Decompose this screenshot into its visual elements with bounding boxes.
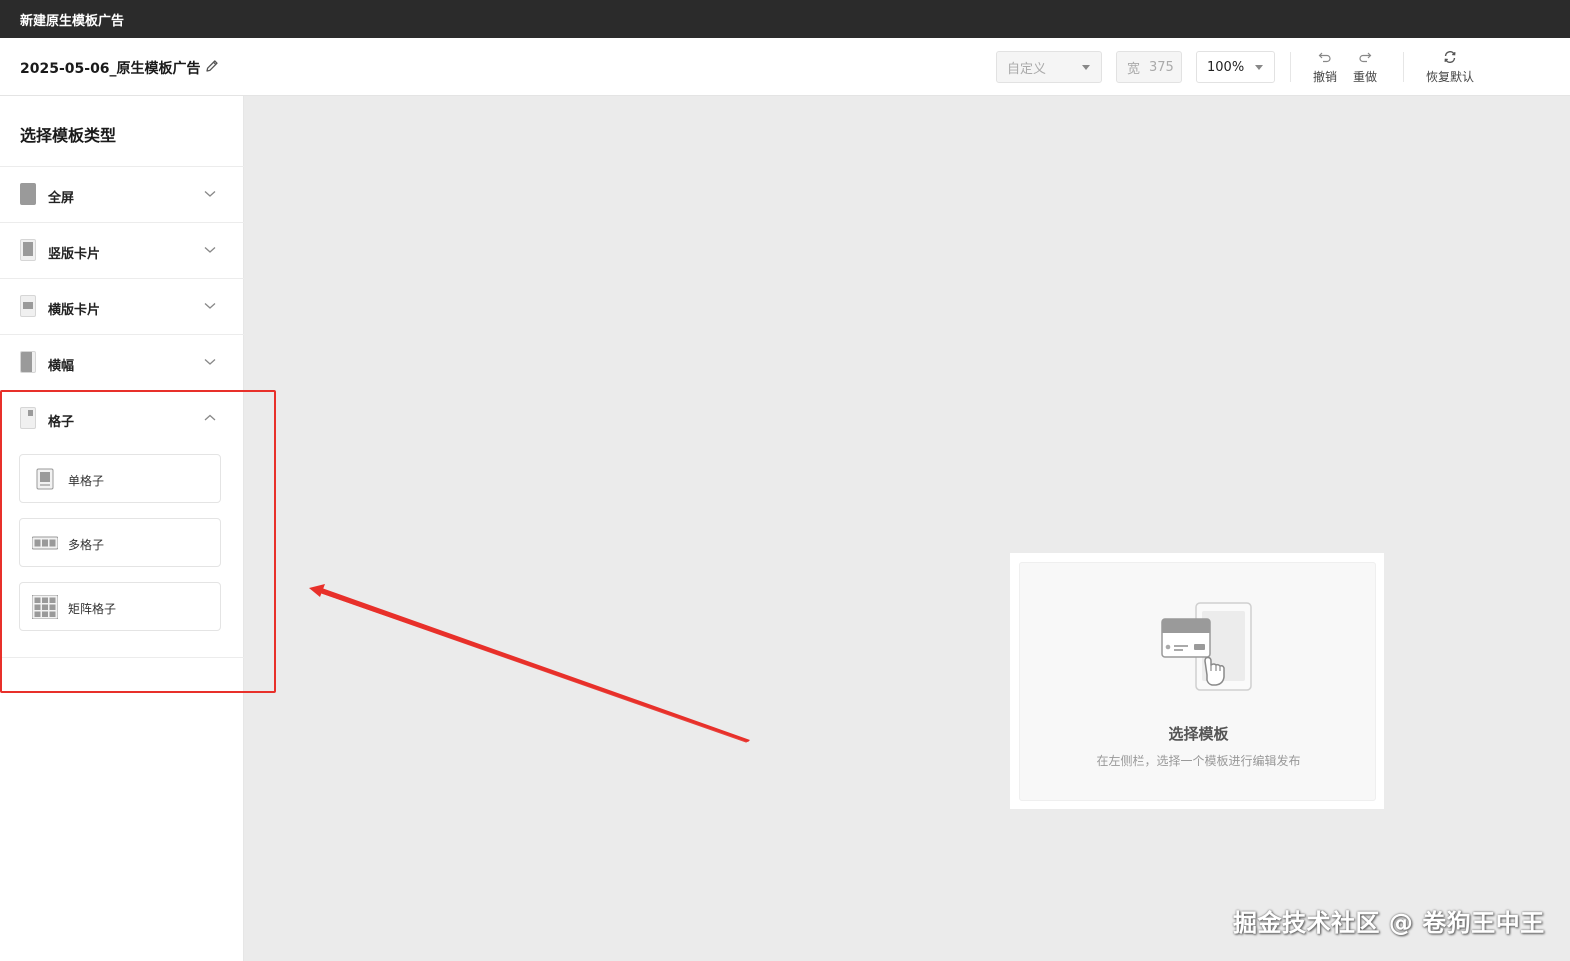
toolbar-divider	[1290, 52, 1291, 82]
width-value: 375	[1149, 59, 1174, 75]
device-preset-select[interactable]: 自定义	[996, 51, 1102, 83]
chevron-down-icon	[204, 303, 216, 309]
category-label: 全屏	[48, 191, 75, 206]
sidebar-divider	[0, 657, 244, 658]
undo-label: 撤销	[1313, 70, 1338, 84]
undo-button[interactable]: 撤销	[1313, 50, 1337, 85]
category-label: 竖版卡片	[48, 247, 101, 262]
fullscreen-template-icon	[20, 183, 36, 205]
zoom-select[interactable]: 100%	[1196, 51, 1275, 83]
multi-grid-icon	[32, 536, 58, 550]
restore-default-button[interactable]: 恢复默认	[1426, 50, 1474, 85]
watermark: 掘金技术社区 @ 卷狗王中王	[1233, 909, 1545, 937]
refresh-icon	[1444, 50, 1456, 64]
width-field[interactable]: 宽 375	[1116, 51, 1182, 83]
toolbar-divider	[1403, 52, 1404, 82]
restore-default-label: 恢复默认	[1426, 70, 1475, 84]
option-label: 多格子	[68, 538, 105, 552]
chevron-down-icon	[204, 247, 216, 253]
grid-template-icon	[20, 407, 36, 429]
width-label: 宽	[1127, 61, 1141, 77]
vertical-card-icon	[20, 239, 36, 261]
matrix-grid-icon	[32, 595, 58, 619]
category-label: 格子	[48, 415, 75, 430]
category-vertical-card[interactable]: 竖版卡片	[0, 222, 244, 278]
matrix-grid-option[interactable]: 矩阵格子	[19, 582, 221, 631]
redo-icon	[1359, 52, 1372, 63]
select-template-illustration-icon	[1161, 602, 1252, 691]
pencil-edit-icon[interactable]	[204, 58, 220, 74]
sidebar-heading: 选择模板类型	[20, 126, 117, 145]
device-preset-value: 自定义	[1007, 61, 1047, 77]
zoom-value: 100%	[1207, 59, 1245, 75]
undo-icon	[1318, 52, 1331, 63]
category-label: 横版卡片	[48, 303, 101, 318]
option-label: 矩阵格子	[68, 602, 117, 616]
multi-grid-option[interactable]: 多格子	[19, 518, 221, 567]
chevron-down-icon	[204, 191, 216, 197]
single-grid-option[interactable]: 单格子	[19, 454, 221, 503]
window-title: 新建原生模板广告	[20, 13, 125, 29]
category-label: 横幅	[48, 359, 75, 374]
redo-button[interactable]: 重做	[1353, 50, 1377, 85]
category-fullscreen[interactable]: 全屏	[0, 166, 244, 222]
category-banner[interactable]: 横幅	[0, 334, 244, 390]
single-grid-icon	[36, 468, 54, 490]
redo-label: 重做	[1353, 70, 1378, 84]
chevron-up-icon	[204, 414, 216, 421]
category-grid[interactable]: 格子	[0, 390, 244, 446]
option-label: 单格子	[68, 474, 105, 488]
chevron-down-icon	[1255, 65, 1263, 70]
preview-title: 选择模板	[1168, 725, 1229, 743]
chevron-down-icon	[204, 359, 216, 365]
top-toolbar: 2025-05-06_原生模板广告 自定义 宽 375 100% 撤销 重做 恢…	[0, 38, 1570, 96]
empty-state: 选择模板 在左侧栏，选择一个模板进行编辑发布	[1019, 562, 1376, 801]
chevron-down-icon	[1082, 65, 1090, 70]
banner-template-icon	[20, 351, 36, 373]
document-title: 2025-05-06_原生模板广告	[20, 61, 201, 77]
category-horizontal-card[interactable]: 横版卡片	[0, 278, 244, 334]
preview-hint: 在左侧栏，选择一个模板进行编辑发布	[1096, 754, 1301, 768]
template-preview-panel: 选择模板 在左侧栏，选择一个模板进行编辑发布	[1010, 553, 1384, 809]
window-title-bar: 新建原生模板广告	[0, 0, 1570, 38]
horizontal-card-icon	[20, 295, 36, 317]
template-type-sidebar: 选择模板类型 全屏 竖版卡片 横版卡片 横幅 格子 单格子 多格子 矩阵格子	[0, 96, 244, 961]
